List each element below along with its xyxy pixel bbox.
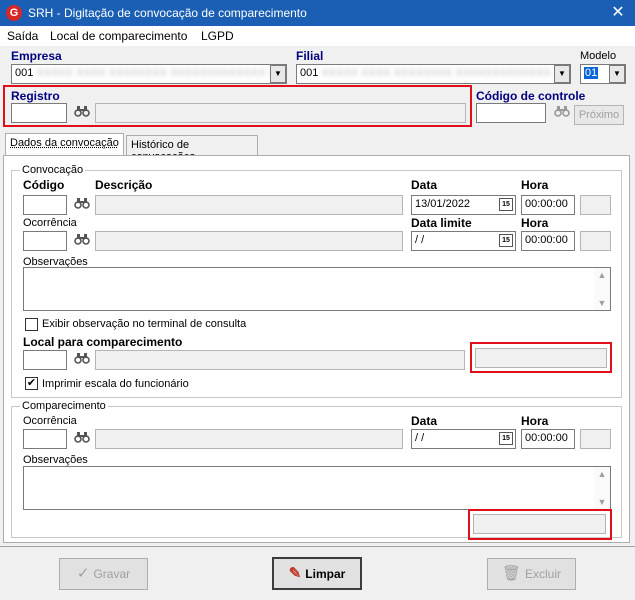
comp-hora-input[interactable]: 00:00:00 <box>521 429 575 449</box>
hora-input[interactable]: 00:00:00 <box>521 195 575 215</box>
chevron-down-icon[interactable]: ▼ <box>609 65 625 83</box>
binoculars-icon[interactable] <box>73 233 91 249</box>
window-title: SRH - Digitação de convocação de compare… <box>28 6 307 20</box>
limpar-button[interactable]: ✎ Limpar <box>272 557 362 590</box>
registro-label: Registro <box>11 89 60 103</box>
eraser-icon: ✎ <box>288 565 302 582</box>
empresa-combo[interactable]: 001 XXXXX XXXX XXXXXXXX XXXXXXXXXXXXX XX… <box>11 64 287 84</box>
excluir-button[interactable]: 🗑 Excluir <box>487 558 576 590</box>
comp-ocorrencia-desc <box>95 429 403 449</box>
hora2-label: Hora <box>521 216 549 230</box>
ocorrencia-label: Ocorrência <box>23 217 77 229</box>
exibir-obs-checkbox[interactable] <box>25 318 38 331</box>
codigo-input[interactable] <box>23 195 67 215</box>
registro-nome <box>95 103 466 123</box>
trash-icon: 🗑 <box>501 565 522 582</box>
local-comparecimento-label: Local para comparecimento <box>23 335 183 349</box>
codigo-controle-label: Código de controle <box>476 89 586 103</box>
tab-historico-convocacoes[interactable]: Histórico de convocações <box>126 135 258 163</box>
empresa-desc: XXXXX XXXX XXXXXXXX XXXXXXXXXXXXX XXXX <box>36 67 287 79</box>
check-icon: ✓ <box>76 565 90 582</box>
filial-desc: XXXXX XXXX XXXXXXXX XXXXXXXXXXXXX XXXX <box>321 67 571 79</box>
convocacao-group-title: Convocação <box>20 164 86 176</box>
descricao-field <box>95 195 403 215</box>
data-limite-label: Data limite <box>411 216 472 230</box>
local-extra-field <box>475 348 607 368</box>
observacoes-textarea[interactable] <box>23 267 611 311</box>
comp-ocorrencia-label: Ocorrência <box>23 415 77 427</box>
scroll-up-icon[interactable]: ▲ <box>594 467 610 481</box>
menu-lgpd[interactable]: LGPD <box>201 29 234 43</box>
hora2-input[interactable]: 00:00:00 <box>521 231 575 251</box>
gravar-button[interactable]: ✓ Gravar <box>59 558 148 590</box>
filial-combo[interactable]: 001 XXXXX XXXX XXXXXXXX XXXXXXXXXXXXX XX… <box>296 64 571 84</box>
filial-label: Filial <box>296 49 324 63</box>
close-icon[interactable]: ✕ <box>606 2 630 24</box>
footer-separator <box>0 546 635 547</box>
registro-input[interactable] <box>11 103 67 123</box>
comp-data-label: Data <box>411 414 438 428</box>
binoculars-icon[interactable] <box>73 105 91 121</box>
comp-observacoes-textarea[interactable] <box>23 466 611 510</box>
hora-label: Hora <box>521 178 549 192</box>
exibir-obs-label: Exibir observação no terminal de consult… <box>42 318 247 330</box>
menu-saida[interactable]: Saída <box>7 29 38 43</box>
proximo-button[interactable]: Próximo <box>574 105 624 125</box>
comp-ocorrencia-input[interactable] <box>23 429 67 449</box>
imprimir-escala-label: Imprimir escala do funcionário <box>42 378 189 390</box>
filial-value: 001 <box>300 67 319 79</box>
ocorrencia-input[interactable] <box>23 231 67 251</box>
chevron-down-icon[interactable]: ▼ <box>270 65 286 83</box>
scroll-down-icon[interactable]: ▼ <box>594 495 610 509</box>
comp-hora-label: Hora <box>521 414 549 428</box>
scroll-up-icon[interactable]: ▲ <box>594 268 610 282</box>
comp-observacoes-label: Observações <box>23 454 88 466</box>
menu-local-comparecimento[interactable]: Local de comparecimento <box>50 29 187 43</box>
app-logo-icon: G <box>6 5 22 21</box>
hora2-extra-field <box>580 231 611 251</box>
empresa-value: 001 <box>15 67 34 79</box>
empresa-label: Empresa <box>11 49 62 63</box>
binoculars-icon[interactable] <box>73 431 91 447</box>
local-desc-field <box>95 350 465 370</box>
comp-observacoes-scrollbar[interactable]: ▲ ▼ <box>594 467 610 509</box>
codigo-label: Código <box>23 178 65 192</box>
comp-hora-extra <box>580 429 611 449</box>
descricao-label: Descrição <box>95 178 153 192</box>
chevron-down-icon[interactable]: ▼ <box>554 65 570 83</box>
calendar-icon[interactable]: 15 <box>499 234 513 247</box>
modelo-label: Modelo <box>580 50 617 62</box>
binoculars-icon[interactable] <box>553 105 571 121</box>
codigo-controle-input[interactable] <box>476 103 546 123</box>
local-input[interactable] <box>23 350 67 370</box>
tab-dados-convocacao[interactable]: Dados da convocação <box>5 133 124 156</box>
comparecimento-group-title: Comparecimento <box>20 400 108 412</box>
scroll-down-icon[interactable]: ▼ <box>594 296 610 310</box>
hora-extra-field <box>580 195 611 215</box>
observacoes-scrollbar[interactable]: ▲ ▼ <box>594 268 610 310</box>
comp-extra-field <box>473 514 606 534</box>
data-label: Data <box>411 178 438 192</box>
calendar-icon[interactable]: 15 <box>499 432 513 445</box>
ocorrencia-desc-field <box>95 231 403 251</box>
binoculars-icon[interactable] <box>73 197 91 213</box>
binoculars-icon[interactable] <box>73 352 91 368</box>
title-bar: G SRH - Digitação de convocação de compa… <box>0 0 635 26</box>
calendar-icon[interactable]: 15 <box>499 198 513 211</box>
imprimir-escala-checkbox[interactable]: ✔ <box>25 377 38 390</box>
menu-bar: Saída Local de comparecimento LGPD <box>0 26 635 46</box>
modelo-value: 01 <box>584 67 599 79</box>
